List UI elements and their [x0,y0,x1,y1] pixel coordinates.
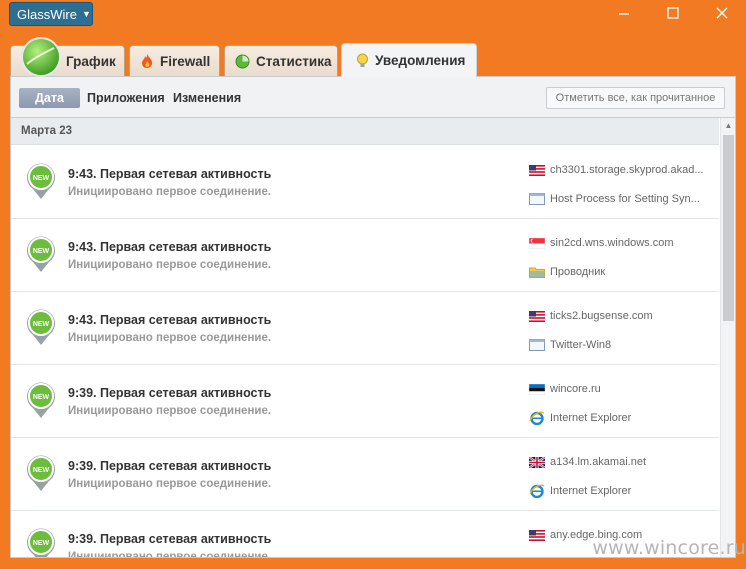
close-icon [716,7,727,19]
sg-flag-icon [529,237,545,249]
notification-item-4[interactable]: NEW 9:39. Первая сетевая активность Иниц… [11,365,719,438]
scrollbar-thumb[interactable] [723,135,734,321]
chevron-down-icon: ▼ [81,9,91,19]
scrollbar[interactable]: ▲ [720,118,735,557]
glasswire-logo-icon [20,36,62,83]
process-label: Internet Explorer [550,412,632,424]
process-label: Проводник [550,266,606,278]
host-label: ticks2.bugsense.com [550,310,653,322]
maximize-button[interactable] [648,0,697,26]
minimize-icon [618,13,629,15]
notification-title: 9:43. Первая сетевая активность [68,167,272,181]
window-controls [599,0,746,26]
notification-item-2[interactable]: NEW 9:43. Первая сетевая активность Иниц… [11,219,719,292]
notification-host[interactable]: sin2cd.wns.windows.com [529,235,713,251]
notification-subtitle: Инициировано первое соединение. [68,405,272,417]
us-flag-icon [529,310,545,322]
notification-item-1[interactable]: NEW 9:43. Первая сетевая активность Иниц… [11,146,719,219]
notification-process[interactable]: Проводник [529,264,713,280]
pin-label: NEW [33,321,50,328]
pin-label: NEW [33,175,50,182]
process-label: Twitter-Win8 [550,339,612,351]
minimize-button[interactable] [599,0,648,26]
app-menu-label: GlassWire [17,6,77,22]
flame-icon [140,53,154,69]
notification-item-3[interactable]: NEW 9:43. Первая сетевая активность Иниц… [11,292,719,365]
folder-icon [529,267,545,278]
app-menu-button[interactable]: GlassWire ▼ [9,2,93,26]
pin-label: NEW [33,540,50,547]
tab-statistics[interactable]: Статистика [224,45,338,76]
us-flag-icon [529,164,545,176]
notification-subtitle: Инициировано первое соединение. [68,259,272,271]
pin-label: NEW [33,394,50,401]
maximize-icon [666,7,679,19]
date-group-header: Марта 23 [11,118,719,145]
close-button[interactable] [697,0,746,26]
notification-host[interactable]: a134.lm.akamai.net [529,454,713,470]
subtab-changes[interactable]: Изменения [173,88,241,108]
tab-notifications[interactable]: Уведомления [341,43,477,77]
tab-statistics-label: Статистика [256,53,332,69]
notifications-panel: Дата Приложения Изменения Отметить все, … [10,76,736,558]
bulb-icon [356,53,369,69]
subtab-date[interactable]: Дата [19,88,80,108]
notification-title: 9:39. Первая сетевая активность [68,386,272,400]
notification-subtitle: Инициировано первое соединение. [68,332,272,344]
notification-list: NEW 9:43. Первая сетевая активность Иниц… [11,146,719,558]
notification-subtitle: Инициировано первое соединение. [68,551,272,558]
host-label: sin2cd.wns.windows.com [550,237,674,249]
pie-icon [235,54,250,69]
scroll-up-icon[interactable]: ▲ [721,118,735,133]
notification-process[interactable]: Twitter-Win8 [529,337,713,353]
new-pin-icon: NEW [25,381,57,424]
notification-title: 9:43. Первая сетевая активность [68,313,272,327]
new-pin-icon: NEW [25,454,57,497]
notification-host[interactable]: wincore.ru [529,381,713,397]
ie-icon [529,411,545,425]
notification-process[interactable]: Internet Explorer [529,483,713,499]
window-app-icon [529,339,545,351]
uk-flag-icon [529,456,545,468]
host-label: ch3301.storage.skyprod.akad... [550,164,704,176]
watermark: www.wincore.ru [592,537,746,559]
notification-title: 9:39. Первая сетевая активность [68,459,272,473]
ie-icon [529,484,545,498]
notification-host[interactable]: ticks2.bugsense.com [529,308,713,324]
us-flag-icon [529,529,545,541]
new-pin-icon: NEW [25,162,57,205]
tab-graph-label: График [66,53,116,69]
notification-subtitle: Инициировано первое соединение. [68,478,272,490]
new-pin-icon: NEW [25,527,57,557]
ee-flag-icon [529,383,545,395]
process-label: Host Process for Setting Syn... [550,193,700,205]
mark-all-read-button[interactable]: Отметить все, как прочитанное [546,87,725,109]
tab-firewall-label: Firewall [160,53,211,69]
tab-notifications-label: Уведомления [375,53,466,68]
host-label: wincore.ru [550,383,601,395]
pin-label: NEW [33,467,50,474]
notification-item-5[interactable]: NEW 9:39. Первая сетевая активность Иниц… [11,438,719,511]
host-label: a134.lm.akamai.net [550,456,646,468]
new-pin-icon: NEW [25,308,57,351]
tab-firewall[interactable]: Firewall [129,45,220,76]
notification-process[interactable]: Internet Explorer [529,410,713,426]
new-pin-icon: NEW [25,235,57,278]
window-app-icon [529,193,545,205]
notification-title: 9:39. Первая сетевая активность [68,532,272,546]
process-label: Internet Explorer [550,485,632,497]
subtab-apps[interactable]: Приложения [87,88,165,108]
notification-host[interactable]: ch3301.storage.skyprod.akad... [529,162,713,178]
pin-label: NEW [33,248,50,255]
sub-toolbar: Дата Приложения Изменения Отметить все, … [11,77,735,118]
notification-title: 9:43. Первая сетевая активность [68,240,272,254]
notification-process[interactable]: Host Process for Setting Syn... [529,191,713,207]
notification-subtitle: Инициировано первое соединение. [68,186,272,198]
